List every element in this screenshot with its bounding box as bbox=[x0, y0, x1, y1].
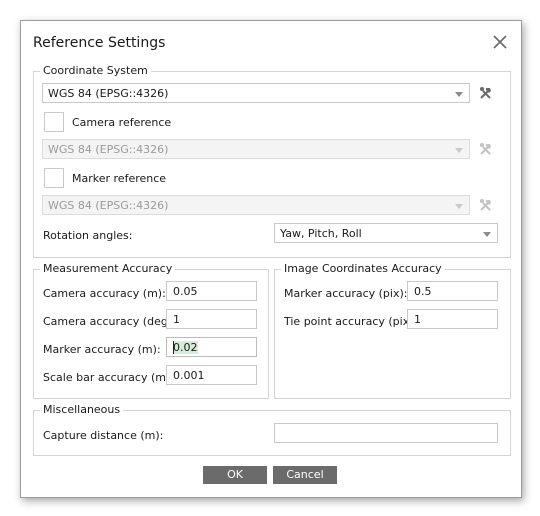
wrench-hammer-icon[interactable] bbox=[477, 84, 495, 102]
wrench-hammer-icon bbox=[477, 196, 495, 214]
ok-button[interactable]: OK bbox=[203, 466, 267, 484]
camera-accuracy-m-value: 0.05 bbox=[173, 285, 198, 298]
scale-bar-accuracy-value: 0.001 bbox=[173, 369, 205, 382]
marker-crs-value: WGS 84 (EPSG::4326) bbox=[48, 199, 169, 212]
camera-reference-checkbox[interactable] bbox=[44, 112, 64, 132]
marker-accuracy-m-label: Marker accuracy (m): bbox=[43, 343, 161, 356]
dialog-title: Reference Settings bbox=[33, 35, 166, 51]
marker-accuracy-pix-input[interactable]: 0.5 bbox=[407, 281, 498, 301]
chevron-down-icon bbox=[455, 148, 463, 153]
chevron-down-icon bbox=[455, 204, 463, 209]
camera-accuracy-deg-input[interactable]: 1 bbox=[166, 309, 257, 329]
marker-crs-select[interactable]: WGS 84 (EPSG::4326) bbox=[42, 195, 470, 215]
measurement-accuracy-legend: Measurement Accuracy bbox=[40, 262, 176, 275]
tie-point-accuracy-value: 1 bbox=[414, 313, 421, 326]
marker-accuracy-m-input[interactable]: 0.02 bbox=[166, 337, 257, 357]
miscellaneous-legend: Miscellaneous bbox=[40, 403, 124, 416]
marker-accuracy-m-value: 0.02 bbox=[173, 341, 198, 354]
camera-accuracy-m-input[interactable]: 0.05 bbox=[166, 281, 257, 301]
text-cursor bbox=[173, 341, 174, 354]
crs-select[interactable]: WGS 84 (EPSG::4326) bbox=[42, 83, 470, 103]
marker-reference-checkbox[interactable] bbox=[44, 168, 64, 188]
rotation-angles-select[interactable]: Yaw, Pitch, Roll bbox=[274, 223, 498, 243]
cancel-button[interactable]: Cancel bbox=[273, 466, 337, 484]
capture-distance-label: Capture distance (m): bbox=[43, 429, 164, 442]
crs-select-value: WGS 84 (EPSG::4326) bbox=[48, 87, 169, 100]
camera-accuracy-m-label: Camera accuracy (m): bbox=[43, 287, 166, 300]
coordinate-system-legend: Coordinate System bbox=[40, 64, 151, 77]
wrench-hammer-icon bbox=[477, 140, 495, 158]
capture-distance-input[interactable] bbox=[274, 423, 498, 443]
marker-accuracy-pix-label: Marker accuracy (pix): bbox=[284, 287, 408, 300]
camera-reference-label: Camera reference bbox=[72, 116, 172, 129]
camera-crs-select[interactable]: WGS 84 (EPSG::4326) bbox=[42, 139, 470, 159]
chevron-down-icon bbox=[483, 232, 491, 237]
scale-bar-accuracy-input[interactable]: 0.001 bbox=[166, 365, 257, 385]
marker-reference-label: Marker reference bbox=[72, 172, 167, 185]
rotation-angles-label: Rotation angles: bbox=[43, 229, 133, 242]
close-icon[interactable] bbox=[491, 33, 509, 51]
rotation-angles-value: Yaw, Pitch, Roll bbox=[280, 227, 362, 240]
camera-accuracy-deg-label: Camera accuracy (deg): bbox=[43, 315, 176, 328]
image-accuracy-legend: Image Coordinates Accuracy bbox=[281, 262, 445, 275]
marker-accuracy-pix-value: 0.5 bbox=[414, 285, 432, 298]
tie-point-accuracy-label: Tie point accuracy (pix): bbox=[284, 315, 418, 328]
scale-bar-accuracy-label: Scale bar accuracy (m): bbox=[43, 371, 174, 384]
camera-crs-value: WGS 84 (EPSG::4326) bbox=[48, 143, 169, 156]
camera-accuracy-deg-value: 1 bbox=[173, 313, 180, 326]
tie-point-accuracy-input[interactable]: 1 bbox=[407, 309, 498, 329]
chevron-down-icon bbox=[455, 92, 463, 97]
reference-settings-dialog: Reference Settings Coordinate System WGS… bbox=[20, 20, 522, 498]
